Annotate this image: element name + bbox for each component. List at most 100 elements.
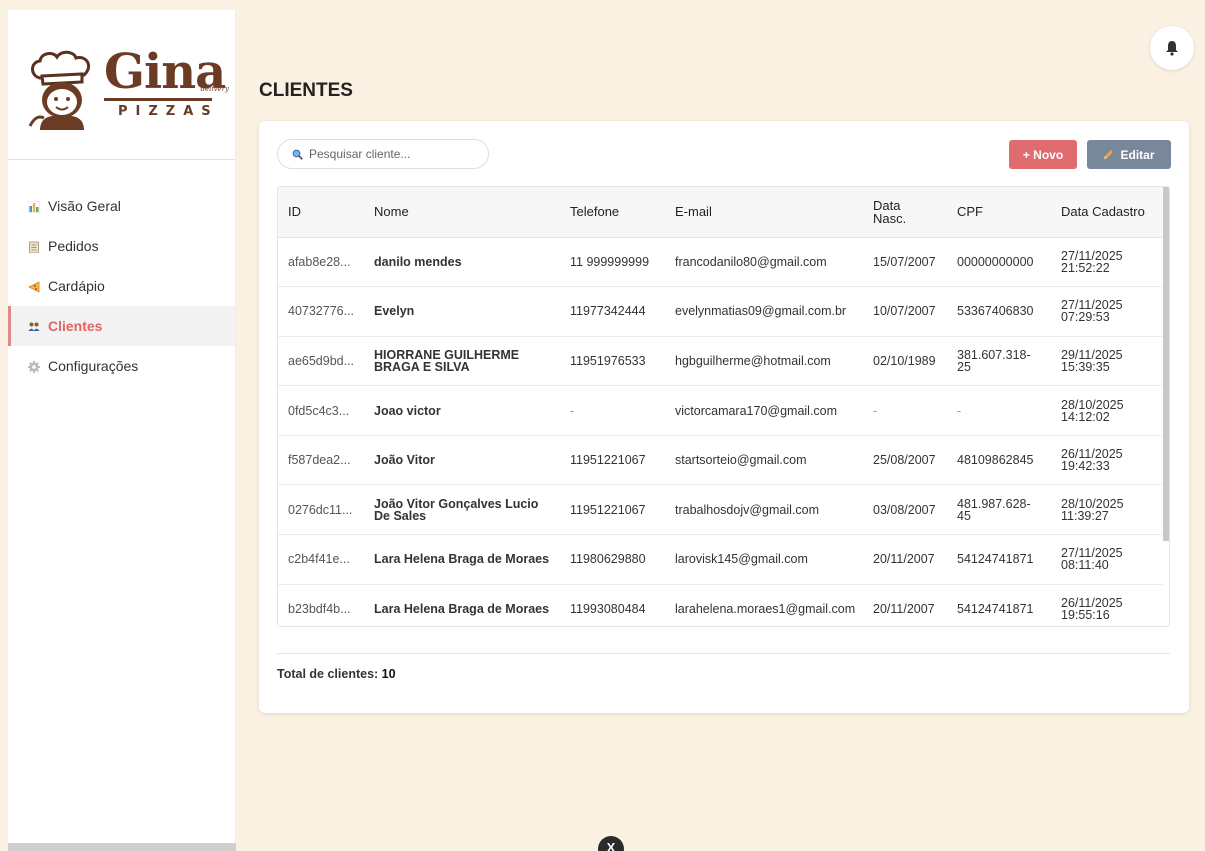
cell-data-cadastro: 28/10/2025 11:39:27 xyxy=(1051,484,1163,536)
clients-table: ID Nome Telefone E-mail Data Nasc. CPF D… xyxy=(278,187,1163,626)
search-icon xyxy=(292,149,303,160)
clients-card: + Novo Editar ID Nome Telefone E-mail Da… xyxy=(259,121,1189,713)
cell-id: b23bdf4b... xyxy=(278,584,364,626)
cell-cpf: - xyxy=(947,385,1051,436)
cell-telefone: 11993080484 xyxy=(560,584,665,626)
table-row[interactable]: ae65d9bd... HIORRANE GUILHERME BRAGA E S… xyxy=(278,336,1163,387)
cell-cpf: 48109862845 xyxy=(947,435,1051,486)
col-header-id[interactable]: ID xyxy=(278,187,364,238)
pencil-icon xyxy=(1104,150,1114,159)
cell-nome: HIORRANE GUILHERME BRAGA E SILVA xyxy=(364,336,560,387)
cadastro-time: 08:11:40 xyxy=(1061,558,1109,573)
page-title: CLIENTES xyxy=(259,80,353,101)
table-row[interactable]: c2b4f41e... Lara Helena Braga de Moraes … xyxy=(278,534,1163,585)
table-row[interactable]: 40732776... Evelyn 11977342444 evelynmat… xyxy=(278,286,1163,337)
sidebar-item-clientes[interactable]: Clientes xyxy=(8,306,235,346)
cadastro-time: 19:55:16 xyxy=(1061,607,1110,622)
col-header-nome[interactable]: Nome xyxy=(364,187,560,238)
cell-email: trabalhosdojv@gmail.com xyxy=(665,484,863,536)
cadastro-time: 19:42:33 xyxy=(1061,459,1110,474)
cell-telefone: 11977342444 xyxy=(560,286,665,337)
notifications-button[interactable] xyxy=(1150,26,1194,70)
cell-cpf: 54124741871 xyxy=(947,584,1051,626)
brand-name: Gina xyxy=(104,44,226,101)
cell-telefone: - xyxy=(560,385,665,436)
cell-data-nasc: 03/08/2007 xyxy=(863,484,947,536)
sidebar-item-configuracoes[interactable]: Configurações xyxy=(8,346,235,386)
cell-telefone: 11951221067 xyxy=(560,484,665,536)
cell-data-cadastro: 27/11/2025 08:11:40 xyxy=(1051,534,1163,585)
table-row[interactable]: 0276dc11... João Vitor Gonçalves Lucio D… xyxy=(278,484,1163,536)
col-header-data-nasc[interactable]: Data Nasc. xyxy=(863,187,947,238)
sidebar-item-label: Configurações xyxy=(48,358,139,374)
pizza-icon xyxy=(28,280,40,293)
cell-id: ae65d9bd... xyxy=(278,336,364,387)
cell-nome: Lara Helena Braga de Moraes xyxy=(364,584,560,626)
chef-icon xyxy=(28,50,90,130)
table-row[interactable]: b23bdf4b... Lara Helena Braga de Moraes … xyxy=(278,584,1163,626)
cell-nome: Evelyn xyxy=(364,286,560,337)
sidebar-item-pedidos[interactable]: Pedidos xyxy=(8,226,235,266)
col-header-data-cadastro[interactable]: Data Cadastro xyxy=(1051,187,1163,238)
brand-sub: PIZZAS xyxy=(118,104,219,119)
bar-chart-icon xyxy=(27,200,41,214)
total-label: Total de clientes: xyxy=(277,667,379,681)
search-box[interactable] xyxy=(277,139,489,169)
cadastro-time: 21:52:22 xyxy=(1061,260,1110,275)
cell-cpf: 381.607.318-25 xyxy=(947,336,1051,387)
cell-telefone: 11 999999999 xyxy=(560,237,665,288)
sidebar: Gina PIZZAS delivery Visão Geral Pedidos… xyxy=(8,10,236,851)
cell-data-nasc: 15/07/2007 xyxy=(863,237,947,288)
cell-nome: Lara Helena Braga de Moraes xyxy=(364,534,560,585)
cell-telefone: 11951976533 xyxy=(560,336,665,387)
sidebar-item-label: Pedidos xyxy=(48,238,99,254)
cell-id: afab8e28... xyxy=(278,237,364,288)
col-header-telefone[interactable]: Telefone xyxy=(560,187,665,238)
brand-logo[interactable]: Gina PIZZAS delivery xyxy=(8,10,235,160)
sidebar-item-label: Visão Geral xyxy=(48,198,121,214)
divider xyxy=(277,653,1170,654)
sidebar-scrollbar[interactable] xyxy=(8,843,236,851)
new-client-button[interactable]: + Novo xyxy=(1009,140,1077,169)
floating-close-button[interactable]: X xyxy=(598,836,624,851)
table-row[interactable]: f587dea2... João Vitor 11951221067 start… xyxy=(278,435,1163,486)
cell-email: larovisk145@gmail.com xyxy=(665,534,863,585)
col-header-email[interactable]: E-mail xyxy=(665,187,863,238)
cell-data-nasc: 25/08/2007 xyxy=(863,435,947,486)
cell-data-nasc: 20/11/2007 xyxy=(863,584,947,626)
cell-data-cadastro: 26/11/2025 19:55:16 xyxy=(1051,584,1163,626)
cell-cpf: 00000000000 xyxy=(947,237,1051,288)
cell-id: 0276dc11... xyxy=(278,484,364,536)
cell-telefone: 11980629880 xyxy=(560,534,665,585)
cell-data-cadastro: 27/11/2025 21:52:22 xyxy=(1051,237,1163,288)
cadastro-time: 14:12:02 xyxy=(1061,409,1110,424)
cell-email: victorcamara170@gmail.com xyxy=(665,385,863,436)
table-header-row: ID Nome Telefone E-mail Data Nasc. CPF D… xyxy=(278,187,1163,238)
search-input[interactable] xyxy=(309,147,479,161)
cell-email: evelynmatias09@gmail.com.br xyxy=(665,286,863,337)
table-scrollbar[interactable] xyxy=(1163,187,1169,541)
cell-cpf: 53367406830 xyxy=(947,286,1051,337)
gear-icon xyxy=(28,360,40,373)
cell-data-nasc: 10/07/2007 xyxy=(863,286,947,337)
cell-id: f587dea2... xyxy=(278,435,364,486)
col-header-cpf[interactable]: CPF xyxy=(947,187,1051,238)
sidebar-item-visao-geral[interactable]: Visão Geral xyxy=(8,186,235,226)
cell-nome: danilo mendes xyxy=(364,237,560,288)
cell-data-cadastro: 29/11/2025 15:39:35 xyxy=(1051,336,1163,387)
cell-telefone: 11951221067 xyxy=(560,435,665,486)
cell-data-cadastro: 27/11/2025 07:29:53 xyxy=(1051,286,1163,337)
cell-email: francodanilo80@gmail.com xyxy=(665,237,863,288)
bell-icon xyxy=(1166,41,1178,56)
cell-data-nasc: 20/11/2007 xyxy=(863,534,947,585)
cell-id: c2b4f41e... xyxy=(278,534,364,585)
brand-tagline: delivery xyxy=(200,85,230,93)
cell-id: 40732776... xyxy=(278,286,364,337)
table-row[interactable]: afab8e28... danilo mendes 11 999999999 f… xyxy=(278,237,1163,288)
sidebar-item-cardapio[interactable]: Cardápio xyxy=(8,266,235,306)
table-row[interactable]: 0fd5c4c3... Joao victor - victorcamara17… xyxy=(278,385,1163,436)
cell-cpf: 481.987.628-45 xyxy=(947,484,1051,536)
edit-client-button[interactable]: Editar xyxy=(1087,140,1171,169)
cell-data-nasc: - xyxy=(863,385,947,436)
edit-label: Editar xyxy=(1120,147,1155,162)
